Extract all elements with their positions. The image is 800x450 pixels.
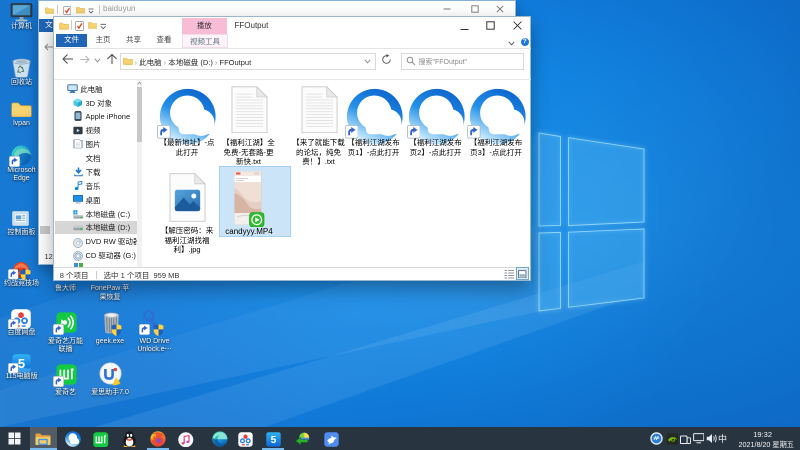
svg-text:5: 5	[270, 434, 276, 445]
